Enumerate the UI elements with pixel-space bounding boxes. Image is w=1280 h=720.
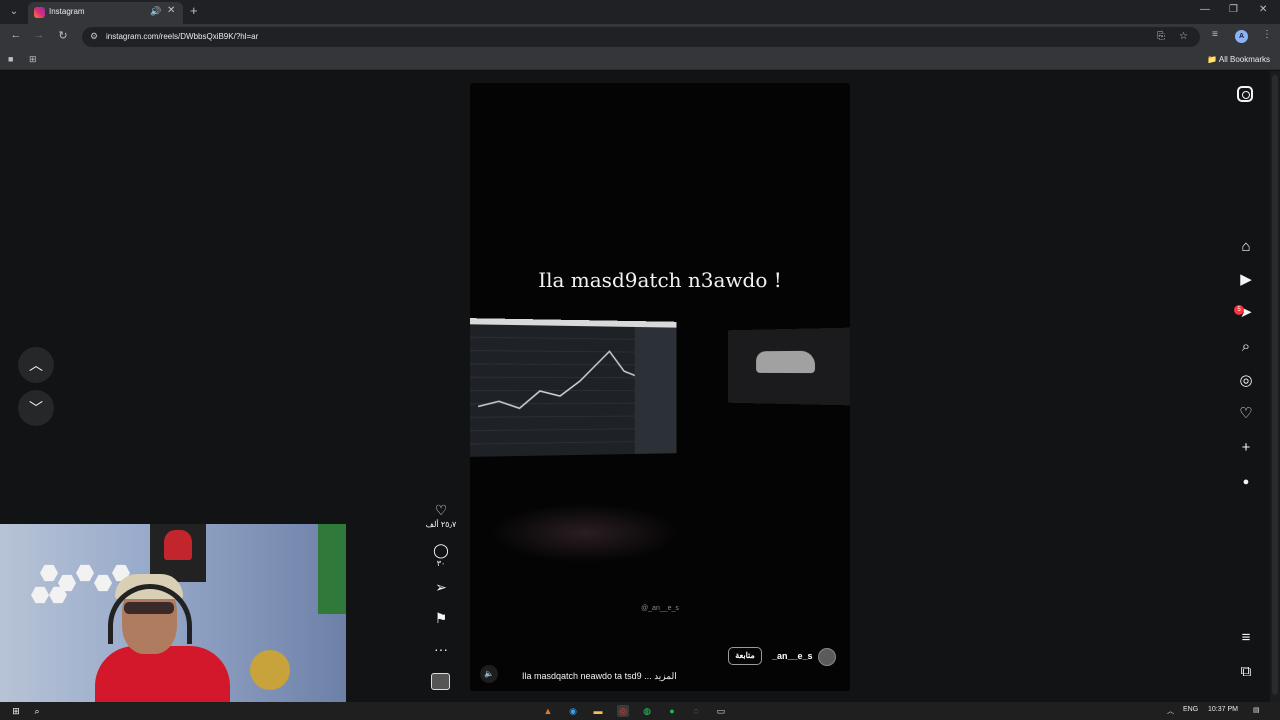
taskbar-search-icon[interactable]: ⌕ bbox=[31, 705, 43, 717]
back-icon[interactable]: ← bbox=[8, 29, 24, 41]
instagram-favicon-icon bbox=[34, 7, 45, 18]
cast-icon[interactable]: ⎘ bbox=[1157, 31, 1165, 42]
bookmarks-bar: ■ ⊞ 📁 All Bookmarks bbox=[0, 50, 1280, 70]
browser-toolbar: ← → ↻ ⚙ instagram.com/reels/DWbbsQxiB9K/… bbox=[0, 24, 1280, 50]
bookmark-star-icon[interactable]: ☆ bbox=[1179, 31, 1188, 42]
tab-search-icon[interactable]: ⌄ bbox=[6, 4, 22, 20]
share-icon[interactable]: ➢ bbox=[431, 577, 451, 597]
webcam-overlay bbox=[0, 524, 346, 710]
reel-author-avatar[interactable] bbox=[818, 648, 836, 666]
language-indicator[interactable]: ENG bbox=[1183, 706, 1198, 713]
all-bookmarks-link[interactable]: 📁 All Bookmarks bbox=[1207, 55, 1270, 64]
video-keyboard-glow bbox=[490, 503, 680, 563]
video-monitor-chart bbox=[470, 318, 677, 457]
bookmark-page-icon[interactable]: ■ bbox=[8, 54, 13, 64]
follow-button[interactable]: متابعة bbox=[728, 647, 762, 665]
scroll-thumb[interactable] bbox=[1272, 75, 1278, 695]
close-window-icon[interactable]: ✕ bbox=[1259, 4, 1267, 15]
search-icon[interactable]: ⌕ bbox=[1236, 337, 1256, 357]
reload-icon[interactable]: ↻ bbox=[55, 29, 71, 42]
previous-reel-button[interactable]: ︿ bbox=[18, 347, 54, 383]
reel-username[interactable]: _an__e_s bbox=[772, 651, 813, 661]
profile-avatar-icon[interactable]: ● bbox=[1236, 472, 1256, 492]
tab-title: Instagram bbox=[49, 7, 85, 16]
start-icon[interactable]: ⊞ bbox=[10, 705, 22, 717]
chrome-icon[interactable]: ◎ bbox=[617, 705, 629, 717]
whatsapp-icon[interactable]: ◍ bbox=[641, 705, 653, 717]
tab-close-icon[interactable]: ✕ bbox=[167, 5, 175, 16]
likes-count[interactable]: ٢٥٫٧ ألف bbox=[421, 520, 461, 529]
browser-tab-instagram[interactable]: Instagram 🔊 ✕ bbox=[28, 2, 183, 24]
site-info-icon[interactable]: ⚙ bbox=[90, 31, 98, 42]
comments-count[interactable]: ٣٠ bbox=[421, 559, 461, 568]
browser-menu-icon[interactable]: ⋮ bbox=[1262, 29, 1272, 40]
also-from-meta-icon[interactable]: ⧉ bbox=[1236, 662, 1256, 682]
next-reel-button[interactable]: ﹀ bbox=[18, 390, 54, 426]
reel-description[interactable]: Ila masdqatch neawdo ta tsd9 ... المزيد bbox=[522, 671, 677, 682]
tray-chevron-icon[interactable]: ︿ bbox=[1167, 706, 1174, 716]
like-heart-icon[interactable]: ♡ bbox=[431, 500, 451, 520]
notification-badge: 5 bbox=[1234, 305, 1244, 315]
edge-icon[interactable]: ◉ bbox=[567, 705, 579, 717]
notifications-heart-icon[interactable]: ♡ bbox=[1236, 404, 1256, 424]
audio-playing-icon[interactable]: 🔊 bbox=[150, 6, 161, 17]
windows-taskbar: ⊞ ⌕ ▲ ◉ ▬ ◎ ◍ ● ◌ ▭ ︿ ENG 10:37 PM ▤ bbox=[0, 702, 1280, 720]
video-watermark: @_an__e_s bbox=[641, 605, 679, 612]
file-explorer-icon[interactable]: ▬ bbox=[592, 705, 604, 717]
browser-tab-strip: ⌄ Instagram 🔊 ✕ + — ❐ ✕ bbox=[0, 0, 1280, 24]
obs-icon[interactable]: ◌ bbox=[690, 705, 702, 717]
apps-grid-icon[interactable]: ⊞ bbox=[29, 54, 37, 65]
minimize-icon[interactable]: — bbox=[1200, 4, 1210, 15]
instagram-logo-icon[interactable] bbox=[1237, 86, 1253, 102]
profile-avatar[interactable]: A bbox=[1235, 30, 1248, 43]
chart-line-graphic bbox=[478, 335, 638, 458]
reel-video[interactable]: Ila masd9atch n3awdo ! @_an__e_s 🔈 Ila m… bbox=[470, 83, 850, 691]
address-bar[interactable]: ⚙ instagram.com/reels/DWbbsQxiB9K/?hl=ar… bbox=[82, 27, 1200, 47]
explore-icon[interactable]: ◎ bbox=[1236, 371, 1256, 391]
new-tab-button[interactable]: + bbox=[190, 3, 198, 18]
more-options-icon[interactable]: ··· bbox=[431, 639, 451, 659]
notification-center-icon[interactable]: ▤ bbox=[1253, 706, 1260, 714]
url-text: instagram.com/reels/DWbbsQxiB9K/?hl=ar bbox=[106, 32, 259, 41]
taskbar-clock[interactable]: 10:37 PM bbox=[1208, 706, 1238, 713]
page-scrollbar[interactable] bbox=[1270, 71, 1280, 702]
app-window-icon[interactable]: ▭ bbox=[715, 705, 727, 717]
save-bookmark-icon[interactable]: ⚑ bbox=[431, 608, 451, 628]
create-icon[interactable]: + bbox=[1236, 438, 1256, 458]
more-menu-icon[interactable]: ≡ bbox=[1236, 628, 1256, 648]
restore-icon[interactable]: ❐ bbox=[1229, 4, 1238, 15]
mute-toggle-icon[interactable]: 🔈 bbox=[480, 665, 498, 683]
video-monitor-car bbox=[728, 327, 850, 406]
all-bookmarks-label: All Bookmarks bbox=[1218, 55, 1270, 64]
spotify-icon[interactable]: ● bbox=[666, 705, 678, 717]
home-icon[interactable]: ⌂ bbox=[1236, 237, 1256, 257]
media-controls-icon[interactable]: ≡ bbox=[1212, 29, 1218, 40]
reels-icon[interactable]: ▶ bbox=[1236, 270, 1256, 290]
forward-icon[interactable]: → bbox=[31, 29, 47, 41]
video-overlay-text: Ila masd9atch n3awdo ! bbox=[538, 268, 782, 292]
original-audio-thumbnail[interactable] bbox=[431, 673, 450, 690]
comment-icon[interactable]: ◯ bbox=[431, 540, 451, 560]
vlc-icon[interactable]: ▲ bbox=[542, 705, 554, 717]
